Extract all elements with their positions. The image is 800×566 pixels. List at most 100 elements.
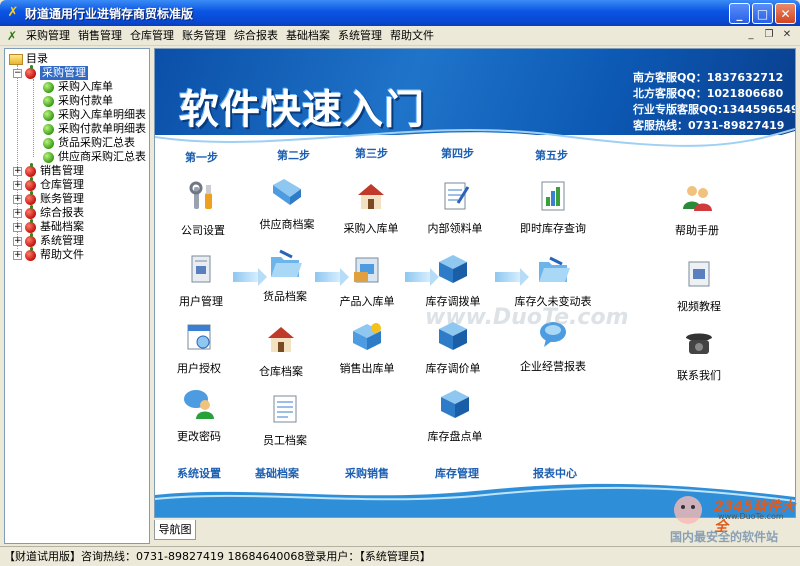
tree-leaf[interactable]: 货品采购汇总表 [43, 136, 135, 150]
staff-file-item[interactable]: 员工档案 [239, 391, 331, 448]
apple-icon [25, 232, 36, 247]
sales-outbound-item[interactable]: 销售出库单 [321, 319, 413, 376]
contact-north-qq: 北方客服QQ：1021806680 [633, 87, 784, 100]
expand-icon[interactable]: + [13, 222, 22, 232]
step-4-label: 第四步 [441, 147, 474, 160]
item-label: 库存盘点单 [427, 430, 483, 443]
tree-leaf-label: 采购付款单明细表 [58, 122, 146, 135]
user-authorization-item[interactable]: 用户授权 [155, 319, 245, 376]
realtime-stock-item[interactable]: 即时库存查询 [507, 179, 599, 236]
cube-icon [439, 255, 467, 283]
stagnant-stock-item[interactable]: 库存久未变动表 [507, 252, 599, 309]
tools-icon [189, 181, 212, 209]
tree-node-help[interactable]: + 帮助文件 [13, 246, 84, 262]
box-icon [354, 257, 379, 283]
mdi-minimize-button[interactable]: _ [744, 28, 758, 42]
tree-node-label: 帮助文件 [40, 248, 84, 261]
nav-tree[interactable]: 目录 − 采购管理 采购入库单 采购付款单 采购入库单明细表 采购付款单明细表 … [4, 48, 150, 544]
calendar-icon [187, 324, 211, 350]
cube-icon [441, 390, 469, 418]
item-label: 公司设置 [181, 224, 225, 237]
house-icon [358, 184, 384, 209]
star-box-icon [353, 323, 381, 350]
company-settings-item[interactable]: 公司设置 [157, 181, 249, 238]
leaf-icon [43, 137, 54, 149]
goods-file-item[interactable]: 货品档案 [239, 247, 331, 304]
section-purchase-sales[interactable]: 采购销售 [345, 465, 389, 481]
tree-root[interactable]: 目录 [9, 52, 48, 66]
menu-warehouse[interactable]: 仓库管理 [126, 27, 178, 45]
menu-purchase[interactable]: 采购管理 [22, 27, 74, 45]
tree-leaf[interactable]: 采购付款单 [43, 94, 113, 108]
tree-node-base-files[interactable]: + 基础档案 [13, 218, 84, 234]
menu-sales[interactable]: 销售管理 [74, 27, 126, 45]
navigation-panel: 软件快速入门 南方客服QQ：1837632712 北方客服QQ：10218066… [154, 48, 796, 518]
mdi-restore-button[interactable]: ❐ [762, 28, 776, 42]
menu-help[interactable]: 帮助文件 [386, 27, 438, 45]
section-system-settings[interactable]: 系统设置 [177, 465, 221, 481]
tree-leaf[interactable]: 供应商采购汇总表 [43, 150, 146, 164]
tree-node-label: 系统管理 [40, 234, 84, 247]
leaf-icon [43, 109, 54, 121]
menu-reports[interactable]: 综合报表 [230, 27, 282, 45]
minimize-button[interactable]: _ [729, 3, 750, 24]
expand-icon[interactable]: + [13, 166, 22, 176]
tree-node-sales[interactable]: + 销售管理 [13, 162, 84, 178]
item-label: 联系我们 [677, 369, 721, 382]
contact-us-item[interactable]: 联系我们 [653, 326, 745, 383]
section-stock-management[interactable]: 库存管理 [435, 465, 479, 481]
house-icon [268, 327, 294, 352]
section-base-files[interactable]: 基础档案 [255, 465, 299, 481]
stock-count-item[interactable]: 库存盘点单 [409, 387, 501, 444]
section-report-center[interactable]: 报表中心 [533, 465, 577, 481]
tree-node-accounts[interactable]: + 账务管理 [13, 190, 84, 206]
user-management-item[interactable]: 用户管理 [155, 252, 247, 309]
tree-node-reports[interactable]: + 综合报表 [13, 204, 84, 220]
mascot-icon [674, 496, 702, 524]
tree-leaf[interactable]: 采购入库单 [43, 80, 113, 94]
tree-node-system[interactable]: + 系统管理 [13, 232, 84, 248]
menu-base-files[interactable]: 基础档案 [282, 27, 334, 45]
expand-icon[interactable]: + [13, 208, 22, 218]
supplier-file-item[interactable]: 供应商档案 [241, 175, 333, 232]
apple-icon [25, 204, 36, 219]
expand-icon[interactable]: + [13, 194, 22, 204]
apple-icon [25, 218, 36, 233]
item-label: 更改密码 [177, 430, 221, 443]
warehouse-file-item[interactable]: 仓库档案 [235, 322, 327, 379]
book-icon [191, 255, 211, 283]
item-label: 采购入库单 [343, 222, 399, 235]
menu-accounts[interactable]: 账务管理 [178, 27, 230, 45]
collapse-icon[interactable]: − [13, 68, 22, 78]
change-password-item[interactable]: 更改密码 [155, 387, 245, 444]
expand-icon[interactable]: + [13, 250, 22, 260]
internal-requisition-item[interactable]: 内部领料单 [409, 179, 501, 236]
users-icon [683, 186, 712, 211]
tab-navigation-map[interactable]: 导航图 [154, 520, 196, 540]
tree-node-label: 基础档案 [40, 220, 84, 233]
tree-node-purchase[interactable]: − 采购管理 [13, 64, 88, 80]
product-inbound-item[interactable]: 产品入库单 [321, 252, 413, 309]
tree-leaf[interactable]: 采购付款单明细表 [43, 122, 146, 136]
expand-icon[interactable]: + [13, 236, 22, 246]
mdi-close-button[interactable]: ✕ [780, 28, 794, 42]
close-button[interactable]: ✕ [775, 3, 796, 24]
tree-leaf[interactable]: 采购入库单明细表 [43, 108, 146, 122]
step-5-label: 第五步 [535, 149, 568, 162]
tree-node-warehouse[interactable]: + 仓库管理 [13, 176, 84, 192]
help-manual-item[interactable]: 帮助手册 [651, 181, 743, 238]
tree-leaf-label: 采购入库单明细表 [58, 108, 146, 121]
purchase-inbound-item[interactable]: 采购入库单 [325, 179, 417, 236]
menu-app-icon: ✗ [6, 28, 18, 43]
stock-transfer-item[interactable]: 库存调拨单 [407, 252, 499, 309]
menu-system[interactable]: 系统管理 [334, 27, 386, 45]
corner-watermark-logo: 2345软件大全 www.DuoTe.com 国内最安全的软件站 [660, 490, 798, 546]
leaf-icon [43, 81, 54, 93]
expand-icon[interactable]: + [13, 180, 22, 190]
item-label: 企业经营报表 [520, 360, 586, 373]
maximize-button[interactable]: □ [752, 3, 773, 24]
item-label: 帮助手册 [675, 224, 719, 237]
tree-node-label: 账务管理 [40, 192, 84, 205]
leaf-icon [43, 95, 54, 107]
video-tutorial-item[interactable]: 视频教程 [653, 257, 745, 314]
